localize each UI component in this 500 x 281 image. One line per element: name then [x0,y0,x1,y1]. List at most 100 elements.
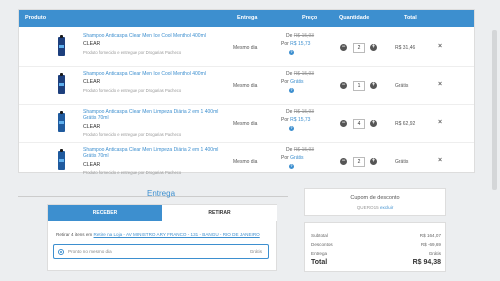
new-price-value: Grátis [290,79,304,85]
product-seller: Produto fornecido e entregue por Drogari… [83,132,182,137]
product-brand: CLEAR [83,41,101,47]
discounts-value: R$ -69,69 [420,242,441,247]
coupon-code-line: QUERO15 excluir [305,205,445,210]
coupon-panel: Cupom de desconto QUERO15 excluir [304,188,446,216]
delivery-title: Entrega [147,189,176,198]
product-image[interactable] [58,149,65,170]
old-price-value: R$ 15,93 [293,71,315,77]
pickup-option[interactable]: Pronto no mesmo dia Grátis [53,244,269,259]
remove-item-icon[interactable]: × [438,157,442,164]
old-price-value: R$ 15,93 [293,109,315,115]
cart-row: Shampoo Anticaspa Clear Men Limpeza Diár… [19,143,474,179]
product-brand: CLEAR [83,124,101,130]
new-price-prefix: Por [281,41,289,47]
header-total: Total [404,15,417,21]
summary-discounts: Descontos R$ -69,69 [311,242,441,247]
quantity-input[interactable]: 2 [353,157,365,167]
price-help-icon[interactable]: ? [289,164,294,169]
product-image[interactable] [58,73,65,94]
cart-row: Shampoo Anticaspa Clear Men Ice Cool Men… [19,29,474,67]
product-name[interactable]: Shampoo Anticaspa Clear Men Ice Cool Men… [83,71,228,77]
subtotal-value: R$ 164,07 [419,233,441,238]
delivery-time: Mesmo dia [233,45,258,51]
summary-subtotal: Subtotal R$ 164,07 [311,233,441,238]
radio-dot [60,251,62,253]
header-quantity: Quantidade [339,15,370,21]
delivery-value: Grátis [428,251,441,256]
row-total: R$ 62,92 [395,121,416,127]
subtotal-label: Subtotal [311,233,328,238]
pickup-address: Retirar 4 itens em Retire na Loja - AV M… [56,232,260,237]
quantity-increase-button[interactable]: + [370,158,377,165]
new-price: Por Grátis [281,155,304,161]
quantity-increase-button[interactable]: + [370,120,377,127]
quantity-decrease-button[interactable]: − [340,44,347,51]
product-name[interactable]: Shampoo Anticaspa Clear Men Limpeza Diár… [83,109,228,121]
option-radio[interactable] [58,249,64,255]
bottle-label [59,83,64,86]
bottle-label [59,159,64,162]
price-help-icon[interactable]: ? [289,126,294,131]
option-price: Grátis [249,249,262,254]
product-name[interactable]: Shampoo Anticaspa Clear Men Limpeza Diár… [83,147,228,159]
quantity-input[interactable]: 1 [353,81,365,91]
product-brand: CLEAR [83,79,101,85]
quantity-increase-button[interactable]: + [370,44,377,51]
quantity-input[interactable]: 2 [353,43,365,53]
product-seller: Produto fornecido e entregue por Drogari… [83,50,182,55]
new-price-prefix: Por [281,79,289,85]
quantity-decrease-button[interactable]: − [340,158,347,165]
summary-total: Total R$ 94,38 [311,259,441,266]
tab-pickup[interactable]: RETIRAR [162,205,277,221]
quantity-input[interactable]: 4 [353,119,365,129]
total-label: Total [311,259,328,266]
product-image[interactable] [58,111,65,132]
delivery-time: Mesmo dia [233,159,258,165]
price-help-icon[interactable]: ? [289,88,294,93]
delivery-time: Mesmo dia [233,121,258,127]
old-price-value: R$ 15,93 [293,147,315,153]
new-price: Por R$ 15,73 [281,41,310,47]
product-name[interactable]: Shampoo Anticaspa Clear Men Ice Cool Men… [83,33,228,39]
old-price: De R$ 15,93 [286,71,314,77]
quantity-decrease-button[interactable]: − [340,82,347,89]
product-image[interactable] [58,35,65,56]
bottle-cap [60,35,63,38]
remove-item-icon[interactable]: × [438,81,442,88]
pickup-store-link[interactable]: Retire na Loja - AV MINISTRO ARY FRANCO … [94,232,260,237]
product-seller: Produto fornecido e entregue por Drogari… [83,88,182,93]
tab-receive[interactable]: RECEBER [48,205,162,221]
remove-item-icon[interactable]: × [438,119,442,126]
pickup-address-prefix: Retirar 4 itens em [56,232,93,237]
scrollbar[interactable] [492,30,497,190]
old-price: De R$ 15,93 [286,147,314,153]
new-price-value: R$ 15,73 [290,117,311,123]
total-value: R$ 94,38 [412,259,441,266]
coupon-remove-link[interactable]: excluir [380,205,393,210]
quantity-decrease-button[interactable]: − [340,120,347,127]
new-price: Por R$ 15,73 [281,117,310,123]
header-delivery: Entrega [237,15,258,21]
bottle-cap [60,111,63,114]
new-price-prefix: Por [281,155,289,161]
cart-row: Shampoo Anticaspa Clear Men Ice Cool Men… [19,67,474,105]
old-price-value: R$ 15,93 [293,33,315,39]
quantity-increase-button[interactable]: + [370,82,377,89]
product-seller: Produto fornecido e entregue por Drogari… [83,170,182,175]
coupon-code: QUERO15 [356,205,379,210]
bottle-label [59,45,64,48]
new-price-prefix: Por [281,117,289,123]
discounts-label: Descontos [311,242,333,247]
row-total: R$ 31,46 [395,45,416,51]
new-price-value: R$ 15,73 [290,41,311,47]
option-label: Pronto no mesmo dia [68,249,112,254]
new-price: Por Grátis [281,79,304,85]
old-price: De R$ 15,93 [286,109,314,115]
price-help-icon[interactable]: ? [289,50,294,55]
row-total: Grátis [395,159,409,165]
remove-item-icon[interactable]: × [438,43,442,50]
header-price: Preço [302,15,318,21]
old-price-prefix: De [286,147,293,153]
bottle-label [59,121,64,124]
delivery-time: Mesmo dia [233,83,258,89]
